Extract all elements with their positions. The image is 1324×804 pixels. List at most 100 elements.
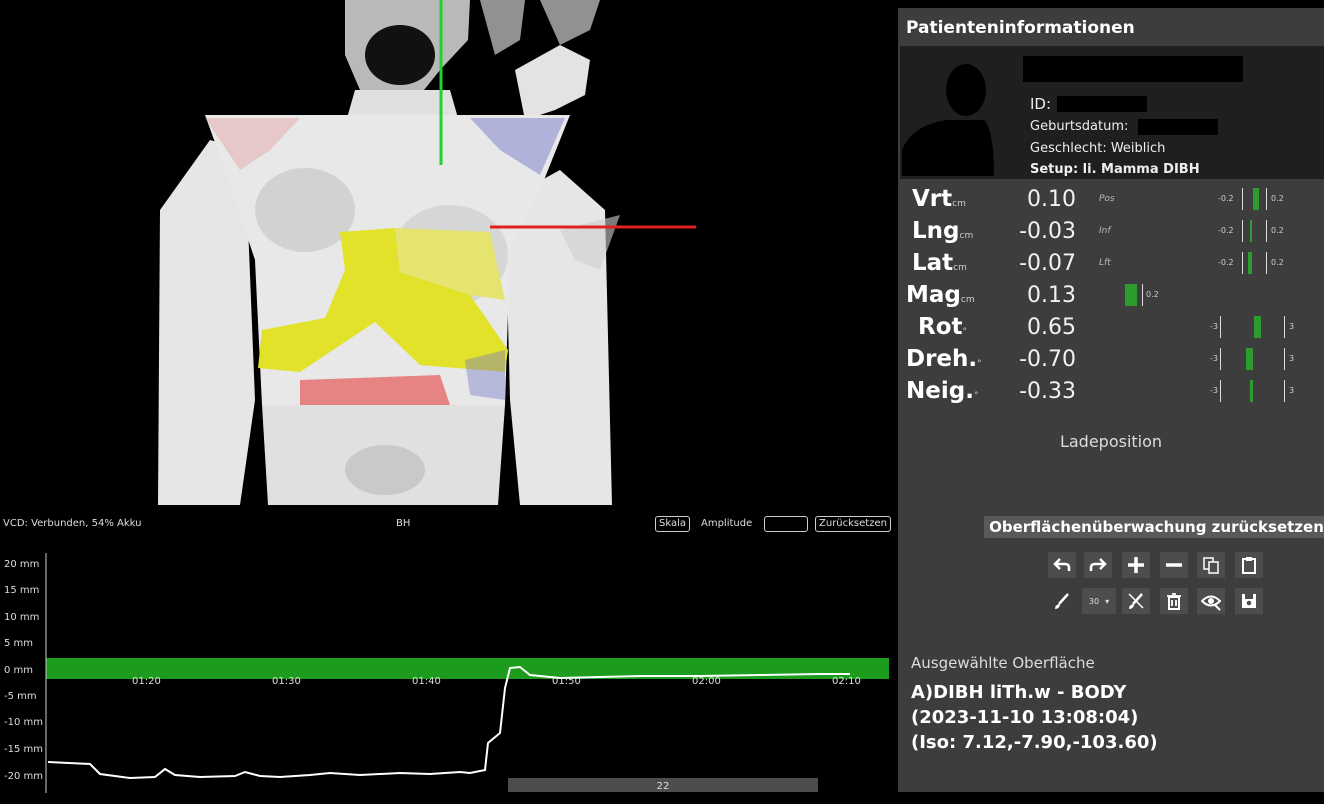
selected-surface-name: A)DIBH liTh.w - BODY bbox=[911, 682, 1127, 703]
metric-name: Lngcm bbox=[912, 218, 974, 244]
trash-icon[interactable] bbox=[1160, 588, 1188, 614]
copy-icon[interactable] bbox=[1197, 552, 1225, 578]
surface-monitoring-reset-button[interactable]: Oberflächenüberwachung zurücksetzen bbox=[984, 516, 1324, 538]
y-tick: 5 mm bbox=[4, 638, 33, 649]
timeline-scroll-label: 22 bbox=[657, 781, 670, 792]
redo-icon[interactable] bbox=[1084, 552, 1112, 578]
body-surface-render bbox=[158, 0, 696, 505]
metric-name: Dreh.° bbox=[906, 346, 982, 372]
pos-limit: 0.2 bbox=[1271, 258, 1284, 267]
metric-name: Magcm bbox=[906, 282, 975, 308]
connection-status: VCD: Verbunden, 54% Akku bbox=[3, 518, 142, 529]
metric-row-rot: Rot° 0.65 -3 3 bbox=[898, 312, 1324, 344]
metric-name: Rot° bbox=[918, 314, 968, 340]
selected-surface-date: (2023-11-10 13:08:04) bbox=[911, 707, 1139, 728]
shift-bar bbox=[1253, 188, 1259, 210]
x-tick: 02:00 bbox=[692, 676, 721, 687]
y-tick: 20 mm bbox=[4, 559, 39, 570]
metric-row-dreh: Dreh.° -0.70 -3 3 bbox=[898, 344, 1324, 376]
birthdate-label: Geburtsdatum: bbox=[1030, 119, 1129, 134]
clipboard-icon[interactable] bbox=[1235, 552, 1263, 578]
selected-surface-iso: (Iso: 7.12,-7.90,-103.60) bbox=[911, 732, 1158, 753]
metric-row-vrt: Vrtcm 0.10 Pos -0.2 0.2 bbox=[898, 184, 1324, 216]
y-tick: 0 mm bbox=[4, 665, 33, 676]
pos-limit: 3 bbox=[1289, 354, 1295, 363]
x-tick: 01:20 bbox=[132, 676, 161, 687]
y-tick: -20 mm bbox=[4, 771, 43, 782]
neg-limit: -0.2 bbox=[1218, 194, 1234, 203]
plus-icon[interactable] bbox=[1122, 552, 1150, 578]
panel-title: Patienteninformationen bbox=[906, 18, 1135, 38]
metric-direction: Pos bbox=[1099, 194, 1115, 204]
eye-icon[interactable] bbox=[1197, 588, 1225, 614]
metric-value: -0.33 bbox=[1019, 379, 1076, 404]
avatar bbox=[902, 64, 994, 176]
minus-icon[interactable] bbox=[1160, 552, 1188, 578]
undo-icon[interactable] bbox=[1048, 552, 1076, 578]
amplitude-input[interactable] bbox=[764, 516, 808, 532]
breathing-curve-chart[interactable]: 20 mm 15 mm 10 mm 5 mm 0 mm -5 mm -10 mm… bbox=[0, 548, 895, 800]
metric-name: Vrtcm bbox=[912, 186, 966, 212]
redacted-birthdate bbox=[1138, 119, 1218, 135]
neg-limit: -3 bbox=[1210, 386, 1218, 395]
patient-id-label: ID: bbox=[1030, 95, 1052, 113]
3d-surface-viewport[interactable] bbox=[0, 0, 890, 510]
pos-limit: 3 bbox=[1289, 386, 1295, 395]
load-position-button[interactable]: Ladeposition bbox=[898, 432, 1324, 451]
breathing-toolbar: VCD: Verbunden, 54% Akku BH Skala Amplit… bbox=[0, 512, 895, 538]
shift-bar bbox=[1250, 220, 1252, 242]
pos-limit: 0.2 bbox=[1146, 290, 1159, 299]
metric-name: Neig.° bbox=[906, 378, 979, 404]
y-tick: -10 mm bbox=[4, 717, 43, 728]
metric-name: Latcm bbox=[912, 250, 967, 276]
redacted-id bbox=[1057, 96, 1147, 112]
erase-brush-icon[interactable] bbox=[1122, 588, 1150, 614]
x-tick: 02:10 bbox=[832, 676, 861, 687]
metric-row-mag: Magcm 0.13 0.2 bbox=[898, 280, 1324, 312]
scale-button[interactable]: Skala bbox=[655, 516, 690, 532]
y-tick: -15 mm bbox=[4, 744, 43, 755]
patient-panel: Patienteninformationen ID: Geburtsdatum:… bbox=[898, 8, 1324, 792]
metric-direction: Lft bbox=[1099, 258, 1111, 268]
save-icon[interactable] bbox=[1235, 588, 1263, 614]
metric-direction: Inf bbox=[1099, 226, 1111, 236]
x-tick: 01:30 bbox=[272, 676, 301, 687]
shift-bar bbox=[1250, 380, 1253, 402]
redacted-name bbox=[1023, 56, 1243, 82]
shift-bar bbox=[1248, 252, 1252, 274]
selected-surface-label: Ausgewählte Oberfläche bbox=[911, 654, 1095, 672]
gender-label: Geschlecht: Weiblich bbox=[1030, 141, 1166, 156]
neg-limit: -3 bbox=[1210, 354, 1218, 363]
brush-size-select[interactable]: 30 ▾ bbox=[1082, 588, 1116, 614]
pos-limit: 0.2 bbox=[1271, 226, 1284, 235]
neg-limit: -0.2 bbox=[1218, 258, 1234, 267]
breathing-curve bbox=[47, 665, 850, 780]
metric-row-lat: Latcm -0.07 Lft -0.2 0.2 bbox=[898, 248, 1324, 280]
setup-label: Setup: li. Mamma DIBH bbox=[1030, 162, 1200, 177]
neg-limit: -3 bbox=[1210, 322, 1218, 331]
metric-value: -0.07 bbox=[1019, 251, 1076, 276]
shift-bar bbox=[1125, 284, 1137, 306]
amplitude-label: Amplitude bbox=[701, 518, 753, 529]
pos-limit: 0.2 bbox=[1271, 194, 1284, 203]
y-tick: 10 mm bbox=[4, 612, 39, 623]
patient-info-box: ID: Geburtsdatum: Geschlecht: Weiblich S… bbox=[900, 46, 1324, 179]
reset-button[interactable]: Zurücksetzen bbox=[815, 516, 891, 532]
y-axis-ticks: 20 mm 15 mm 10 mm 5 mm 0 mm -5 mm -10 mm… bbox=[4, 559, 43, 782]
metric-row-neig: Neig.° -0.33 -3 3 bbox=[898, 376, 1324, 408]
shift-bar bbox=[1254, 316, 1261, 338]
metric-value: 0.65 bbox=[1027, 315, 1076, 340]
metric-row-lng: Lngcm -0.03 Inf -0.2 0.2 bbox=[898, 216, 1324, 248]
brush-icon[interactable] bbox=[1048, 588, 1076, 614]
y-tick: 15 mm bbox=[4, 585, 39, 596]
neg-limit: -0.2 bbox=[1218, 226, 1234, 235]
metric-value: 0.10 bbox=[1027, 187, 1076, 212]
shift-bar bbox=[1246, 348, 1253, 370]
x-tick: 01:40 bbox=[412, 676, 441, 687]
pos-limit: 3 bbox=[1289, 322, 1295, 331]
breathing-mode: BH bbox=[396, 518, 411, 529]
metric-value: 0.13 bbox=[1027, 283, 1076, 308]
metric-value: -0.70 bbox=[1019, 347, 1076, 372]
metric-value: -0.03 bbox=[1019, 219, 1076, 244]
y-tick: -5 mm bbox=[4, 691, 37, 702]
